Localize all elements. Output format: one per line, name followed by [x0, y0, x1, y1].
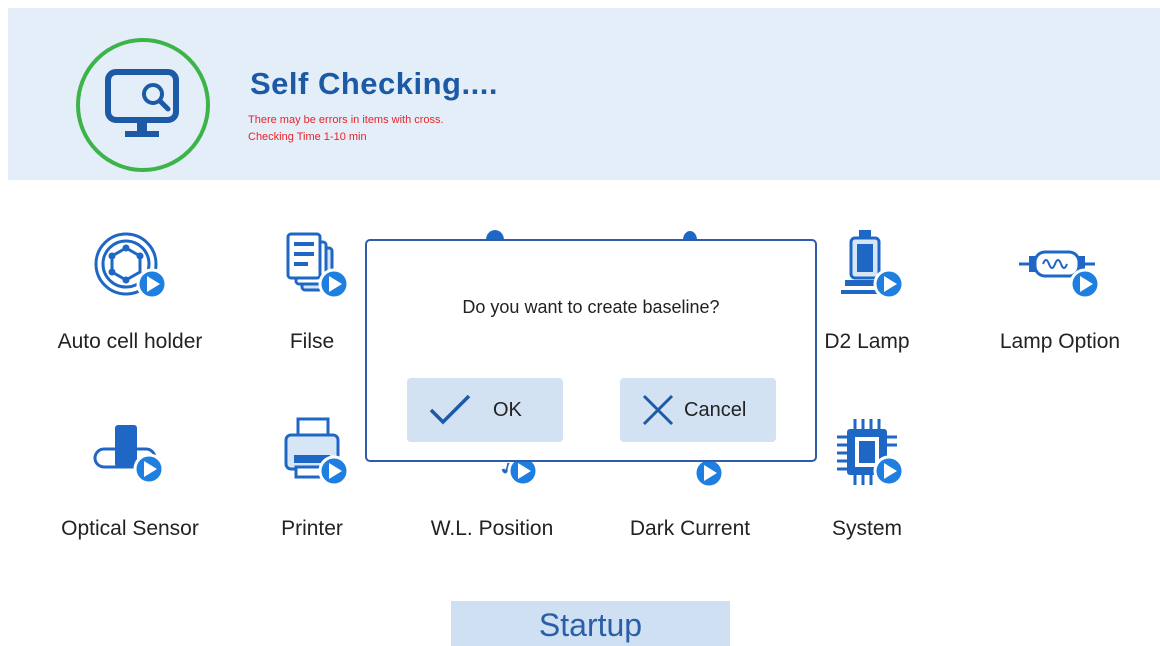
close-icon	[642, 394, 674, 426]
ok-label: OK	[493, 399, 522, 421]
item-label: System	[831, 517, 902, 540]
item-auto-cell-holder[interactable]: Auto cell holder	[45, 230, 215, 360]
cancel-label: Cancel	[684, 399, 747, 421]
item-label: Printer	[281, 517, 343, 540]
chip-icon	[837, 419, 905, 487]
files-icon	[286, 232, 350, 300]
monitor-search-icon	[105, 69, 179, 137]
header-banner: Self Checking.... There may be errors in…	[8, 8, 1160, 180]
item-label: Optical Sensor	[61, 517, 199, 540]
page-title: Self Checking....	[250, 66, 498, 101]
ok-button[interactable]: OK	[407, 378, 563, 442]
startup-button[interactable]: Startup	[451, 601, 730, 646]
status-ring	[76, 38, 210, 172]
item-optical-sensor[interactable]: Optical Sensor	[45, 417, 215, 547]
cell-holder-icon	[94, 232, 168, 300]
item-lamp-option[interactable]: Lamp Option	[975, 230, 1145, 360]
baseline-dialog: Do you want to create baseline? OK Cance…	[365, 239, 817, 462]
item-label: Dark Current	[629, 517, 751, 540]
check-icon	[429, 394, 471, 425]
d2-lamp-icon	[841, 230, 905, 300]
warning-text: There may be errors in items with cross.	[248, 114, 444, 126]
dialog-question: Do you want to create baseline?	[462, 297, 720, 317]
checking-time-text: Checking Time 1-10 min	[248, 131, 367, 143]
item-label: Lamp Option	[999, 330, 1121, 353]
cancel-button[interactable]: Cancel	[620, 378, 776, 442]
printer-icon	[284, 417, 350, 487]
item-label: Auto cell holder	[57, 330, 203, 353]
optical-sensor-icon	[93, 425, 165, 485]
lamp-option-icon	[1019, 250, 1101, 300]
item-label: W.L. Position	[430, 517, 554, 540]
